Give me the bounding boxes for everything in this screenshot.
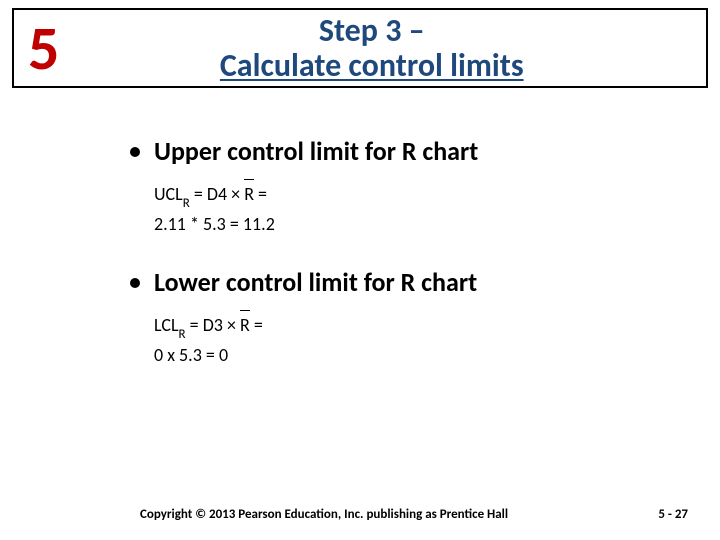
r-bar-symbol: R: [240, 310, 250, 339]
lcl-tail: =: [250, 314, 263, 336]
page-number: 5 - 27: [658, 507, 696, 522]
title-line-2: Calculate control limits: [77, 48, 666, 83]
ucl-formula: UCLR = D4 × R = 2.11 * 5.3 = 11.2: [154, 179, 660, 238]
content: Upper control limit for R chart UCLR = D…: [130, 135, 660, 397]
slide-title: Step 3 – Calculate control limits: [77, 13, 706, 83]
lcl-heading: Lower control limit for R chart: [154, 266, 477, 298]
ucl-computation: 2.11 * 5.3 = 11.2: [154, 211, 660, 238]
lcl-prefix: LCL: [154, 314, 179, 336]
bullet-icon: [130, 278, 140, 288]
ucl-heading-row: Upper control limit for R chart: [130, 135, 660, 167]
lcl-formula: LCLR = D3 × R = 0 x 5.3 = 0: [154, 310, 660, 369]
title-box: 5 Step 3 – Calculate control limits: [12, 8, 708, 88]
footer: Copyright © 2013 Pearson Education, Inc.…: [0, 507, 720, 522]
lcl-computation: 0 x 5.3 = 0: [154, 342, 660, 369]
bullet-icon: [130, 147, 140, 157]
ucl-heading: Upper control limit for R chart: [154, 135, 478, 167]
lcl-subscript: R: [179, 327, 186, 342]
ucl-subscript: R: [183, 196, 190, 211]
lcl-heading-row: Lower control limit for R chart: [130, 266, 660, 298]
lcl-rhs: = D3 ×: [186, 314, 236, 336]
step-number: 5: [14, 17, 77, 79]
ucl-rhs: = D4 ×: [190, 183, 240, 205]
ucl-tail: =: [254, 183, 267, 205]
copyright-text: Copyright © 2013 Pearson Education, Inc.…: [140, 507, 658, 522]
title-line-1: Step 3 –: [77, 13, 666, 48]
r-bar-symbol: R: [244, 179, 254, 208]
ucl-prefix: UCL: [154, 183, 183, 205]
